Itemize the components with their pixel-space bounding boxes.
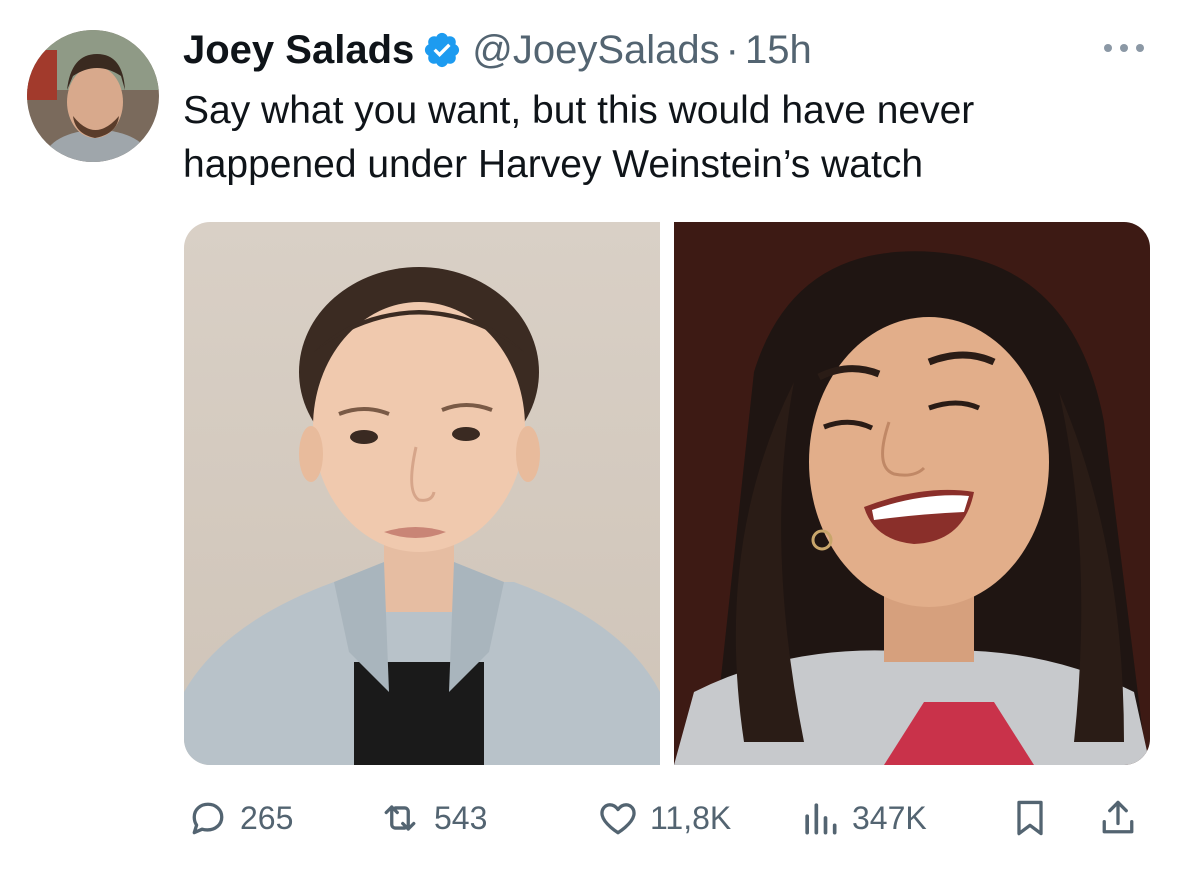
reply-count: 265 bbox=[240, 799, 294, 836]
tweet-text: Say what you want, but this would have n… bbox=[183, 89, 975, 186]
verified-badge-icon bbox=[422, 30, 462, 70]
reply-icon bbox=[192, 802, 224, 835]
bookmark-button[interactable] bbox=[1008, 790, 1052, 846]
timestamp[interactable]: 15h bbox=[745, 26, 812, 74]
retweet-button[interactable]: 543 bbox=[376, 790, 487, 846]
photo-right[interactable] bbox=[674, 222, 1150, 765]
tweet-media bbox=[184, 222, 1150, 765]
photo-left[interactable] bbox=[184, 222, 660, 765]
retweet-icon bbox=[384, 805, 416, 831]
retweet-count: 543 bbox=[434, 799, 488, 836]
portrait-image-left bbox=[184, 222, 660, 765]
author-name[interactable]: Joey Salads bbox=[183, 26, 414, 74]
views-icon bbox=[805, 803, 837, 835]
avatar[interactable] bbox=[27, 30, 159, 162]
tweet-header: Joey Salads @JoeySalads · 15h bbox=[183, 26, 812, 74]
share-icon bbox=[1102, 800, 1134, 834]
like-icon bbox=[600, 803, 636, 835]
avatar-image bbox=[27, 30, 159, 162]
reply-button[interactable]: 265 bbox=[186, 790, 293, 846]
author-handle[interactable]: @JoeySalads bbox=[472, 26, 719, 74]
portrait-image-right bbox=[674, 222, 1150, 765]
views-count: 347K bbox=[852, 799, 927, 836]
views-button[interactable]: 347K bbox=[798, 790, 927, 846]
separator-dot: · bbox=[725, 28, 739, 72]
more-icon[interactable] bbox=[1100, 32, 1148, 64]
share-button[interactable] bbox=[1096, 790, 1140, 846]
like-count: 11,8K bbox=[650, 799, 732, 836]
like-button[interactable]: 11,8K bbox=[596, 790, 731, 846]
bookmark-icon bbox=[1017, 800, 1043, 836]
tweet-actions: 265 543 11,8K 347K bbox=[186, 790, 1146, 846]
